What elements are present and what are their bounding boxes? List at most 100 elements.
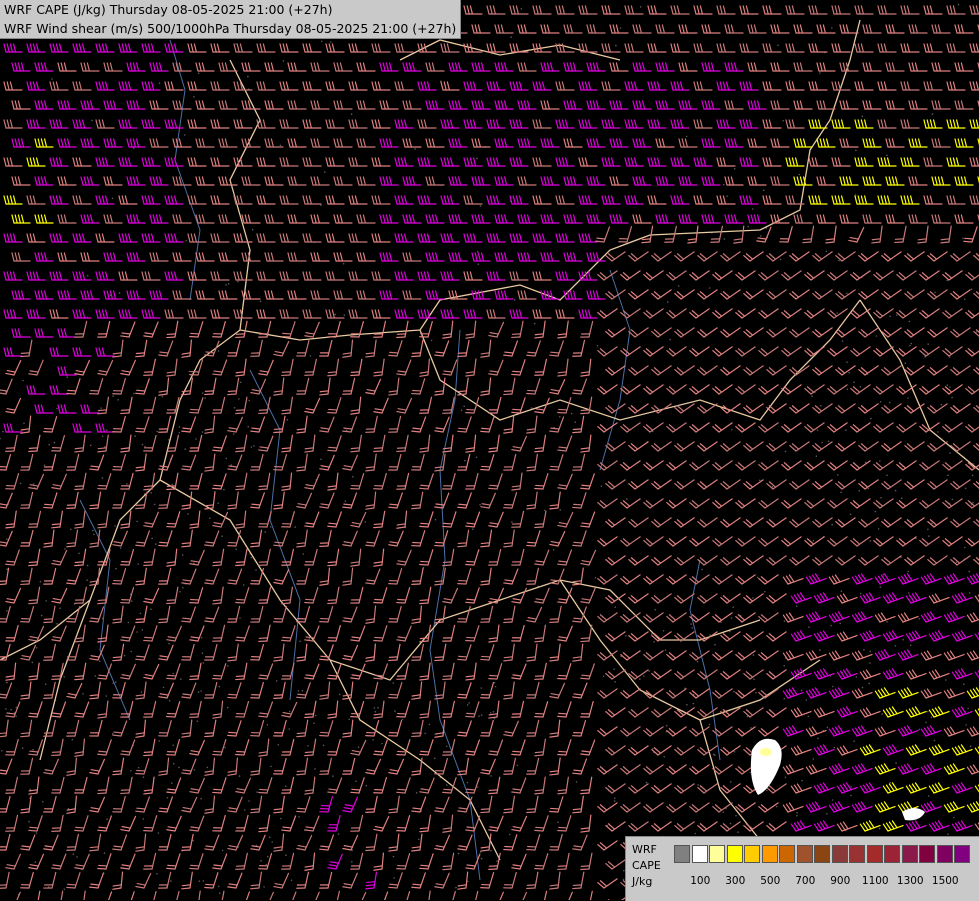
terrain-dot bbox=[817, 738, 819, 740]
legend-swatch bbox=[954, 845, 970, 863]
terrain-dot bbox=[737, 831, 739, 833]
terrain-dot bbox=[889, 402, 891, 404]
terrain-dot bbox=[882, 713, 884, 715]
terrain-dot bbox=[859, 490, 861, 492]
terrain-dot bbox=[143, 776, 145, 778]
terrain-dot bbox=[766, 790, 768, 792]
terrain-dot bbox=[64, 548, 66, 550]
terrain-dot bbox=[663, 756, 665, 758]
terrain-dot bbox=[22, 380, 24, 382]
terrain-dot bbox=[886, 155, 888, 157]
terrain-dot bbox=[393, 682, 395, 684]
legend-swatch bbox=[744, 845, 760, 863]
terrain-dot bbox=[886, 475, 888, 477]
terrain-dot bbox=[154, 504, 156, 506]
terrain-dot bbox=[172, 673, 174, 675]
terrain-dot bbox=[731, 429, 733, 431]
terrain-dot bbox=[115, 568, 117, 570]
terrain-dot bbox=[150, 492, 152, 494]
terrain-dot bbox=[838, 260, 840, 262]
terrain-dot bbox=[902, 639, 904, 641]
terrain-dot bbox=[909, 321, 911, 323]
terrain-dot bbox=[783, 665, 785, 667]
terrain-dot bbox=[351, 113, 353, 115]
terrain-dot bbox=[179, 591, 181, 593]
terrain-dot bbox=[856, 676, 858, 678]
terrain-dot bbox=[86, 579, 88, 581]
terrain-dot bbox=[221, 535, 223, 537]
terrain-dot bbox=[651, 633, 653, 635]
terrain-dot bbox=[144, 446, 146, 448]
terrain-dot bbox=[366, 785, 368, 787]
terrain-dot bbox=[732, 606, 734, 608]
terrain-dot bbox=[287, 419, 289, 421]
terrain-dot bbox=[947, 384, 949, 386]
terrain-dot bbox=[928, 535, 930, 537]
terrain-dot bbox=[819, 649, 821, 651]
terrain-dot bbox=[198, 73, 200, 75]
terrain-dot bbox=[126, 483, 128, 485]
terrain-dot bbox=[763, 189, 765, 191]
terrain-dot bbox=[846, 361, 848, 363]
terrain-dot bbox=[299, 641, 301, 643]
terrain-dot bbox=[256, 791, 258, 793]
terrain-dot bbox=[910, 645, 912, 647]
terrain-dot bbox=[927, 343, 929, 345]
terrain-dot bbox=[28, 821, 30, 823]
terrain-dot bbox=[40, 581, 42, 583]
terrain-dot bbox=[878, 528, 880, 530]
terrain-dot bbox=[235, 549, 237, 551]
terrain-dot bbox=[614, 797, 616, 799]
terrain-dot bbox=[381, 743, 383, 745]
terrain-dot bbox=[44, 464, 46, 466]
terrain-dot bbox=[796, 605, 798, 607]
terrain-dot bbox=[218, 886, 220, 888]
terrain-dot bbox=[697, 661, 699, 663]
terrain-dot bbox=[509, 834, 511, 836]
terrain-dot bbox=[244, 809, 246, 811]
legend-swatch bbox=[727, 845, 743, 863]
terrain-dot bbox=[862, 687, 864, 689]
terrain-dot bbox=[32, 749, 34, 751]
terrain-dot bbox=[35, 861, 37, 863]
terrain-dot bbox=[243, 584, 245, 586]
terrain-dot bbox=[446, 784, 448, 786]
terrain-dot bbox=[133, 393, 135, 395]
terrain-dot bbox=[945, 679, 947, 681]
terrain-dot bbox=[860, 593, 862, 595]
terrain-dot bbox=[880, 586, 882, 588]
terrain-dot bbox=[184, 134, 186, 136]
terrain-dot bbox=[813, 758, 815, 760]
terrain-dot bbox=[821, 442, 823, 444]
legend-swatch bbox=[849, 845, 865, 863]
terrain-dot bbox=[827, 727, 829, 729]
terrain-dot bbox=[971, 289, 973, 291]
terrain-dot bbox=[271, 841, 273, 843]
terrain-dot bbox=[95, 675, 97, 677]
terrain-dot bbox=[20, 483, 22, 485]
terrain-dot bbox=[339, 694, 341, 696]
terrain-dot bbox=[100, 407, 102, 409]
terrain-dot bbox=[927, 529, 929, 531]
terrain-dot bbox=[517, 765, 519, 767]
terrain-dot bbox=[889, 315, 891, 317]
terrain-dot bbox=[130, 770, 132, 772]
terrain-dot bbox=[713, 754, 715, 756]
terrain-dot bbox=[653, 641, 655, 643]
legend-tick: 1300 bbox=[897, 875, 924, 887]
terrain-dot bbox=[846, 293, 848, 295]
terrain-dot bbox=[796, 812, 798, 814]
legend-unit-label: J/kg bbox=[632, 875, 652, 888]
terrain-dot bbox=[307, 745, 309, 747]
terrain-dot bbox=[194, 769, 196, 771]
terrain-dot bbox=[965, 488, 967, 490]
terrain-dot bbox=[45, 600, 47, 602]
terrain-dot bbox=[723, 184, 725, 186]
terrain-dot bbox=[879, 460, 881, 462]
terrain-dot bbox=[198, 691, 200, 693]
terrain-dot bbox=[193, 96, 195, 98]
terrain-dot bbox=[355, 780, 357, 782]
terrain-dot bbox=[87, 565, 89, 567]
legend-swatch bbox=[867, 845, 883, 863]
terrain-dot bbox=[187, 513, 189, 515]
